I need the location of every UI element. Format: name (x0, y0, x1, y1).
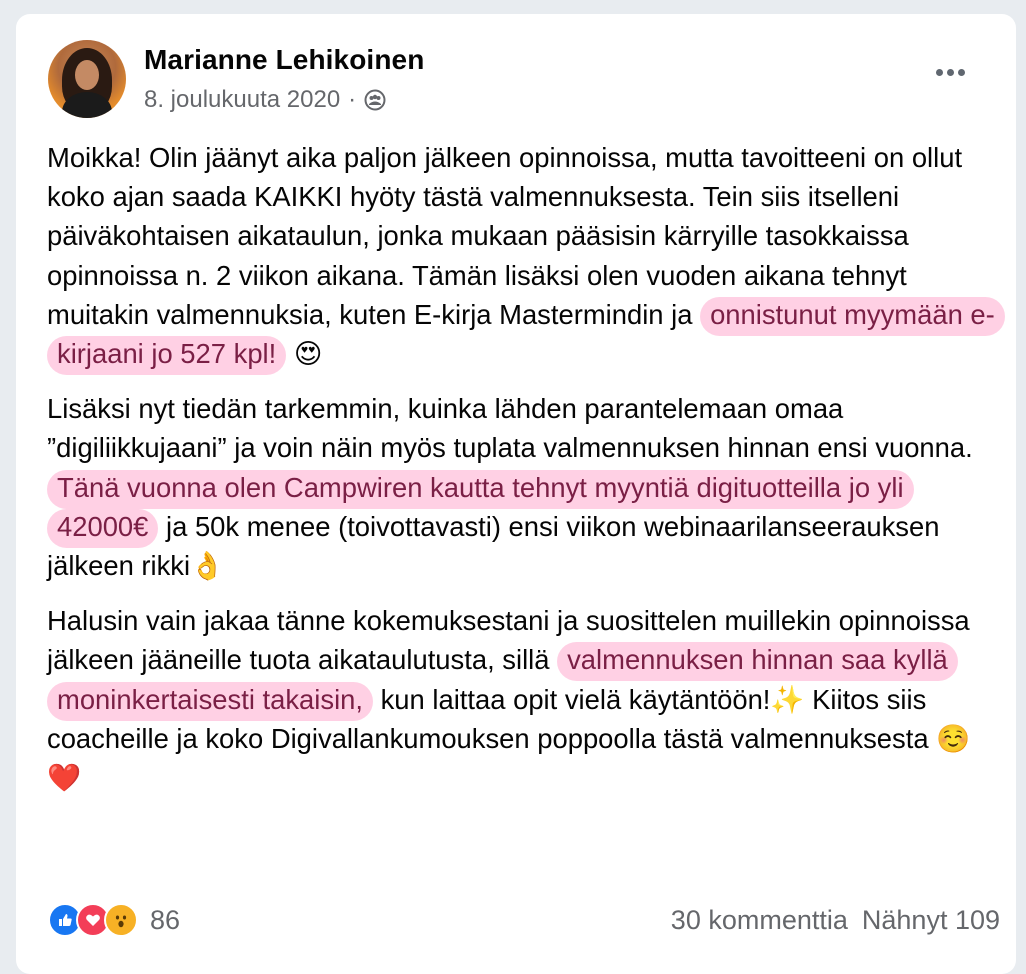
post-text: ja 50k menee (toivottavasti) ensi viikon… (47, 510, 940, 582)
post-paragraph: Lisäksi nyt tiedän tarkemmin, kuinka läh… (47, 389, 997, 585)
post-body: Moikka! Olin jäänyt aika paljon jälkeen … (47, 138, 1005, 797)
avatar-face (75, 60, 99, 90)
post-text: Lisäksi nyt tiedän tarkemmin, kuinka läh… (47, 393, 973, 464)
wow-icon (104, 903, 138, 937)
comments-count-link[interactable]: 30 kommenttia (671, 905, 848, 936)
post-meta: 8. joulukuuta 2020 · (144, 86, 386, 114)
post-footer: 86 30 kommenttia Nähnyt 109 (48, 900, 1000, 940)
reaction-count: 86 (150, 904, 181, 935)
group-audience-icon (364, 89, 386, 111)
meta-separator: · (348, 86, 357, 113)
author-name[interactable]: Marianne Lehikoinen (144, 44, 424, 76)
post-stats: 30 kommenttia Nähnyt 109 (671, 905, 1000, 936)
more-options-icon[interactable] (930, 62, 970, 82)
post-text: 😍 (286, 338, 323, 370)
avatar[interactable] (48, 40, 126, 118)
post-paragraph: Moikka! Olin jäänyt aika paljon jälkeen … (47, 138, 1005, 376)
seen-by-count[interactable]: Nähnyt 109 (862, 905, 1000, 936)
post-card: Marianne Lehikoinen 8. joulukuuta 2020 ·… (16, 14, 1016, 974)
post-date[interactable]: 8. joulukuuta 2020 (144, 86, 340, 114)
post-paragraph: Halusin vain jakaa tänne kokemuksestani … (47, 601, 997, 797)
reactions-summary[interactable]: 86 (48, 903, 180, 937)
